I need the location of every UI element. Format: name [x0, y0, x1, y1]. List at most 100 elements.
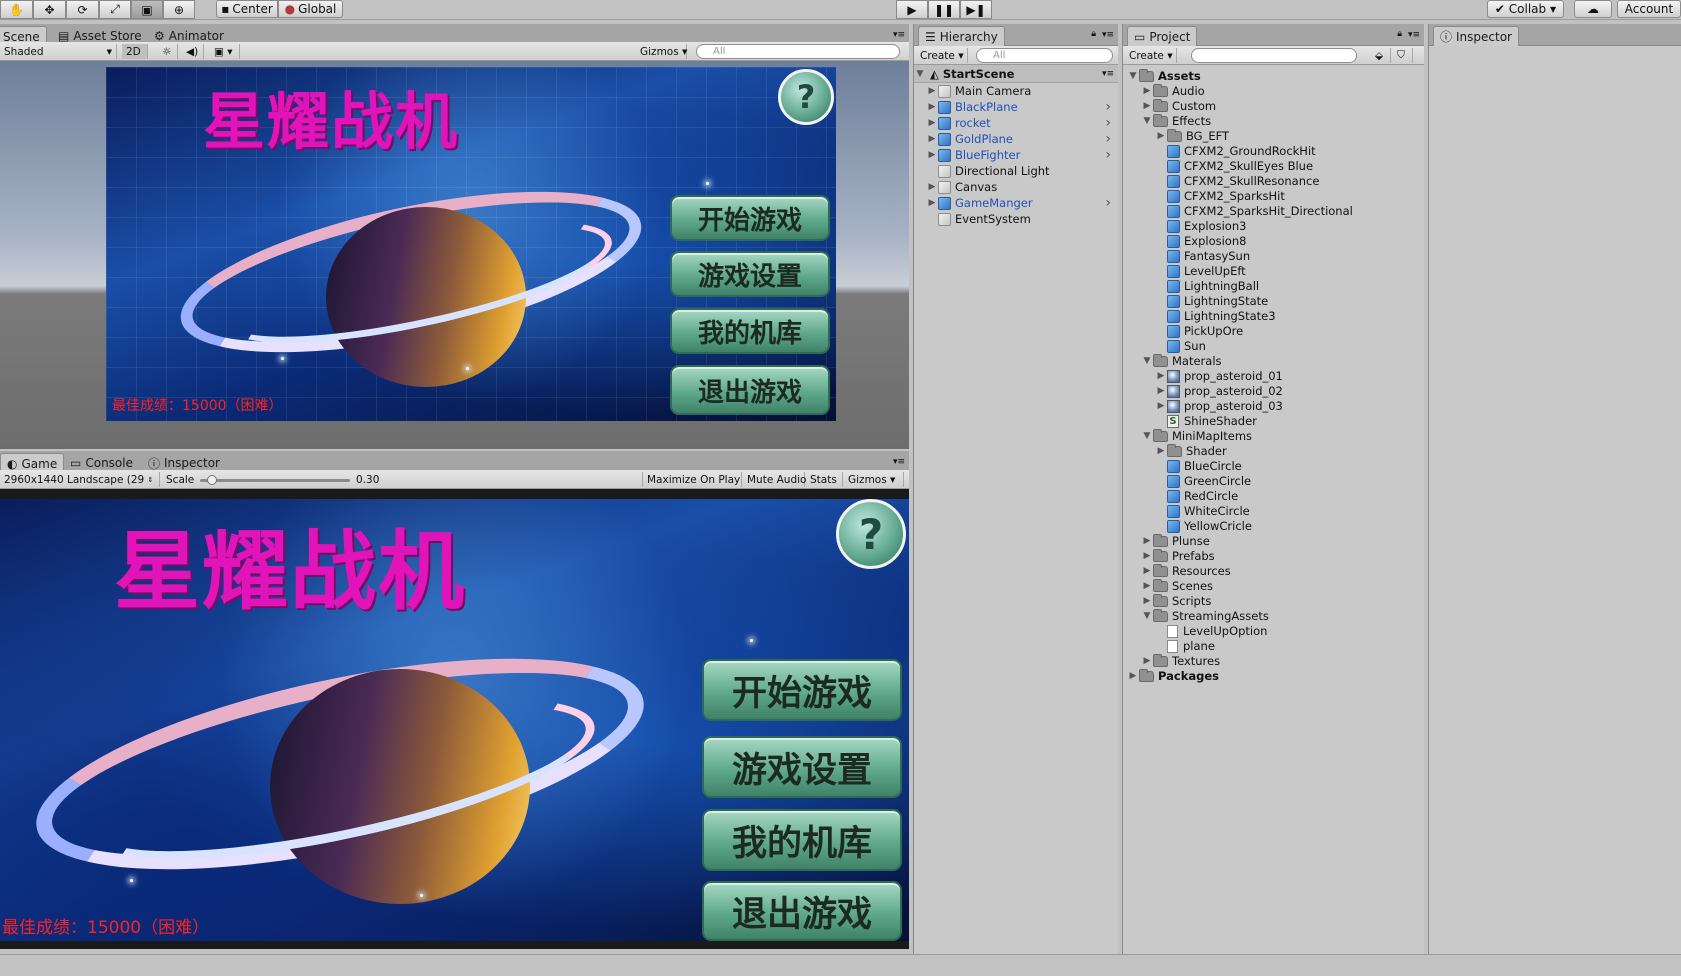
project-folder[interactable]: ▼ Effects [1123, 113, 1423, 129]
hierarchy-scene-row[interactable]: ▼ ◭ StartScene ▾≡ [914, 65, 1118, 83]
scale-icon[interactable]: ⤢ [99, 0, 131, 19]
project-asset[interactable]: YellowCricle [1123, 518, 1423, 534]
help-button[interactable]: ? [778, 69, 834, 125]
chevron-right-icon[interactable]: › [1105, 147, 1111, 163]
panel-menu-icon[interactable]: ▾≡ [1102, 30, 1114, 40]
project-asset[interactable]: ▶ prop_asteroid_03 [1123, 398, 1423, 414]
project-folder[interactable]: ▶ Scripts [1123, 593, 1423, 609]
collapsed-arrow-icon[interactable]: ▶ [1155, 371, 1167, 381]
hierarchy-item[interactable]: ▶ GoldPlane › [914, 131, 1117, 147]
exit-game-button[interactable]: 退出游戏 [670, 365, 830, 415]
game-viewport[interactable]: 星耀战机 ? 开始游戏 游戏设置 我的机库 退出游戏 最佳成绩：15000（困难… [0, 499, 909, 941]
expanded-arrow-icon[interactable]: ▼ [914, 69, 926, 79]
mode-2d-toggle[interactable]: 2D [122, 44, 148, 59]
collapsed-arrow-icon[interactable]: ▶ [926, 118, 938, 128]
project-asset[interactable]: FantasySun [1123, 248, 1423, 264]
hierarchy-item[interactable]: ▶ Main Camera [914, 83, 1117, 99]
help-button[interactable]: ? [836, 499, 906, 569]
step-icon[interactable]: ▶❚ [960, 0, 992, 19]
play-icon[interactable]: ▶ [896, 0, 928, 19]
collapsed-arrow-icon[interactable]: ▶ [926, 102, 938, 112]
collapsed-arrow-icon[interactable]: ▶ [926, 198, 938, 208]
collapsed-arrow-icon[interactable]: ▶ [1155, 386, 1167, 396]
game-settings-button[interactable]: 游戏设置 [670, 251, 830, 297]
expanded-arrow-icon[interactable]: ▼ [1141, 611, 1153, 621]
hangar-button[interactable]: 我的机库 [670, 308, 830, 354]
collapsed-arrow-icon[interactable]: ▶ [1141, 101, 1153, 111]
resolution-dropdown[interactable]: 2960x1440 Landscape (29 ⇕ [0, 472, 160, 487]
tab-project[interactable]: ▭ Project [1127, 26, 1198, 46]
collab-button[interactable]: ✔ Collab ▼ [1487, 0, 1564, 18]
filter-label-icon[interactable]: ⛉ [1393, 48, 1413, 63]
mute-audio-toggle[interactable]: Mute Audio [743, 472, 806, 487]
collapsed-arrow-icon[interactable]: ▶ [1155, 446, 1167, 456]
project-asset[interactable]: PickUpOre [1123, 323, 1423, 339]
project-folder[interactable]: ▼ Assets [1123, 68, 1423, 84]
transform-icon[interactable]: ⊕ [163, 0, 195, 19]
game-settings-button[interactable]: 游戏设置 [702, 736, 902, 798]
hierarchy-item[interactable]: ▶ Canvas [914, 179, 1117, 195]
expanded-arrow-icon[interactable]: ▼ [1141, 431, 1153, 441]
lock-icon[interactable]: 🔒︎ [1091, 29, 1096, 39]
collapsed-arrow-icon[interactable]: ▶ [1127, 671, 1139, 681]
collapsed-arrow-icon[interactable]: ▶ [1141, 551, 1153, 561]
collapsed-arrow-icon[interactable]: ▶ [926, 182, 938, 192]
collapsed-arrow-icon[interactable]: ▶ [1155, 131, 1167, 141]
project-folder[interactable]: ▶ Audio [1123, 83, 1423, 99]
project-asset[interactable]: CFXM2_SkullEyes Blue [1123, 158, 1423, 174]
scale-slider-thumb[interactable] [207, 475, 217, 485]
project-asset[interactable]: BlueCircle [1123, 458, 1423, 474]
cloud-button[interactable]: ☁ [1574, 0, 1612, 18]
collapsed-arrow-icon[interactable]: ▶ [1141, 581, 1153, 591]
pivot-toggle[interactable]: ▪ Center [216, 0, 278, 18]
collapsed-arrow-icon[interactable]: ▶ [926, 150, 938, 160]
project-search-input[interactable] [1191, 48, 1357, 63]
chevron-right-icon[interactable]: › [1105, 195, 1111, 211]
collapsed-arrow-icon[interactable]: ▶ [926, 86, 938, 96]
expanded-arrow-icon[interactable]: ▼ [1141, 116, 1153, 126]
audio-icon[interactable]: ◀) [182, 44, 204, 59]
project-folder[interactable]: ▼ StreamingAssets [1123, 608, 1423, 624]
exit-game-button[interactable]: 退出游戏 [702, 881, 902, 941]
panel-menu-icon[interactable]: ▾≡ [893, 30, 905, 40]
panel-menu-icon[interactable]: ▾≡ [893, 457, 905, 467]
project-folder[interactable]: ▶ Shader [1123, 443, 1423, 459]
chevron-right-icon[interactable]: › [1105, 115, 1111, 131]
effects-icon[interactable]: ▣ ▾ [210, 44, 240, 59]
project-folder[interactable]: ▶ Textures [1123, 653, 1423, 669]
project-folder[interactable]: ▶ Resources [1123, 563, 1423, 579]
panel-menu-icon[interactable]: ▾≡ [1408, 30, 1420, 40]
project-asset[interactable]: S ShineShader [1123, 413, 1423, 429]
rect-icon[interactable]: ▣ [131, 0, 163, 19]
rotate-icon[interactable]: ⟳ [66, 0, 99, 19]
project-folder[interactable]: ▼ MiniMapItems [1123, 428, 1423, 444]
filter-type-icon[interactable]: ⬙ [1371, 48, 1391, 63]
chevron-right-icon[interactable]: › [1105, 131, 1111, 147]
scale-slider[interactable] [200, 475, 350, 485]
project-asset[interactable]: plane [1123, 638, 1423, 654]
maximize-on-play-toggle[interactable]: Maximize On Play [642, 472, 742, 487]
project-asset[interactable]: WhiteCircle [1123, 503, 1423, 519]
project-asset[interactable]: ▶ prop_asteroid_01 [1123, 368, 1423, 384]
project-create-button[interactable]: Create ▼ [1125, 48, 1177, 63]
hierarchy-item[interactable]: EventSystem [914, 211, 1117, 227]
start-game-button[interactable]: 开始游戏 [670, 195, 830, 241]
hierarchy-create-button[interactable]: Create ▼ [916, 48, 968, 63]
scene-search-input[interactable]: All [696, 44, 900, 59]
collapsed-arrow-icon[interactable]: ▶ [1141, 566, 1153, 576]
lock-icon[interactable]: 🔒︎ [1397, 29, 1402, 39]
hierarchy-item[interactable]: Directional Light [914, 163, 1117, 179]
expanded-arrow-icon[interactable]: ▼ [1141, 356, 1153, 366]
project-folder[interactable]: ▶ Plunse [1123, 533, 1423, 549]
project-asset[interactable]: LightningState3 [1123, 308, 1423, 324]
project-folder[interactable]: ▼ Materals [1123, 353, 1423, 369]
project-asset[interactable]: GreenCircle [1123, 473, 1423, 489]
collapsed-arrow-icon[interactable]: ▶ [926, 134, 938, 144]
move-icon[interactable]: ✥ [33, 0, 66, 19]
chevron-right-icon[interactable]: › [1105, 99, 1111, 115]
tab-inspector[interactable]: ⓘ Inspector [1433, 26, 1519, 46]
shading-dropdown[interactable]: Shaded ▼ [0, 44, 117, 59]
tab-hierarchy[interactable]: ☰ Hierarchy [918, 26, 1005, 46]
hangar-button[interactable]: 我的机库 [702, 809, 902, 871]
project-folder[interactable]: ▶ Custom [1123, 98, 1423, 114]
